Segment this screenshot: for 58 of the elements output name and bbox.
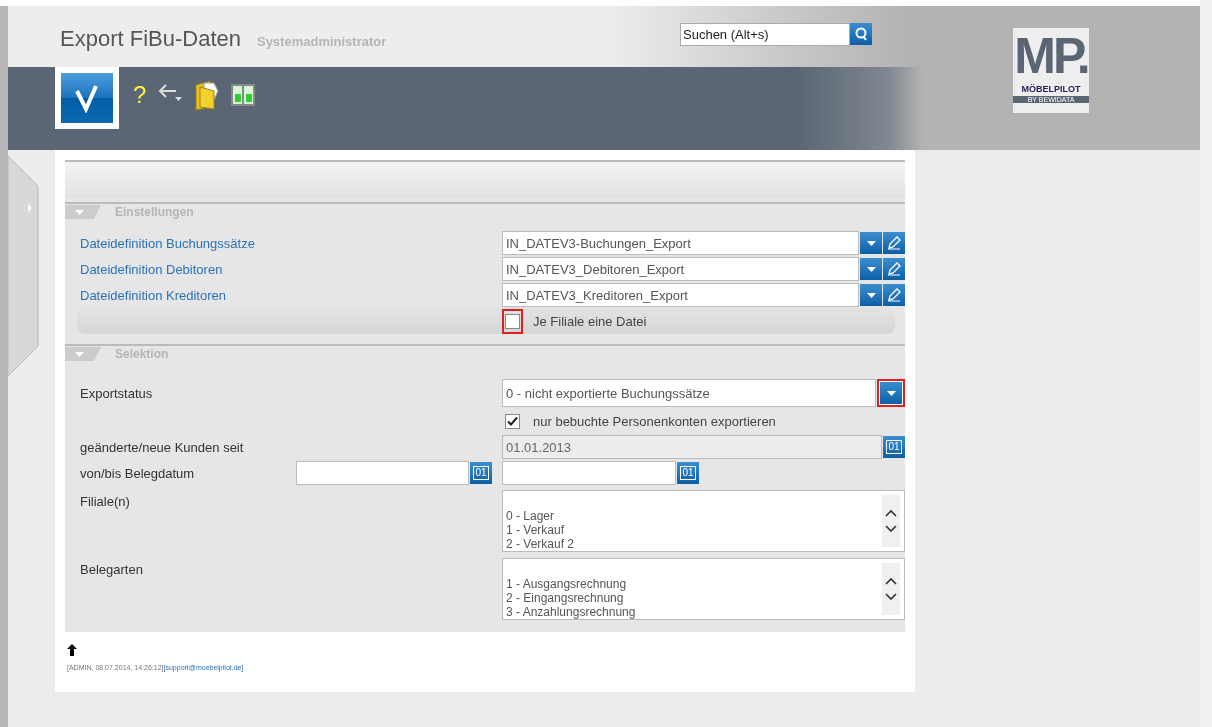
book-icon[interactable] <box>230 83 257 107</box>
page-title: Export FiBu-Daten <box>60 26 241 52</box>
caret-icon <box>866 240 876 246</box>
collapse-toggle[interactable] <box>65 347 101 361</box>
field-label: Dateidefinition Buchungssätze <box>80 235 256 251</box>
select-field[interactable]: IN_DATEV3_Debitoren_Export <box>502 257 859 281</box>
checkbox-label: Je Filiale eine Datei <box>533 313 647 329</box>
help-button[interactable]: ? <box>133 81 147 109</box>
calendar-button[interactable]: 01 <box>677 462 699 484</box>
select-field[interactable]: 0 - nicht exportierte Buchungssätze <box>502 379 876 407</box>
collapse-toggle[interactable] <box>65 205 101 219</box>
list-item[interactable]: 0 - Lager <box>506 509 875 523</box>
dropdown-button[interactable] <box>877 379 905 407</box>
list-item[interactable]: 3 - Anzahlungsrechnung <box>506 605 875 619</box>
folder-icon[interactable] <box>194 79 221 111</box>
field-label: Belegarten <box>80 562 144 577</box>
list-item[interactable]: 2 - Verkauf 2 <box>506 537 875 551</box>
caret-icon <box>886 390 896 396</box>
checkbox-label: nur bebuchte Personenkonten exportieren <box>533 413 776 429</box>
calendar-button[interactable]: 01 <box>470 462 492 484</box>
list-box[interactable]: 0 - Lager 1 - Verkauf 2 - Verkauf 2 <box>502 490 905 552</box>
dropdown-button[interactable] <box>860 232 882 254</box>
field-label: Filiale(n) <box>80 494 131 509</box>
date-field[interactable] <box>502 461 676 485</box>
caret-icon <box>866 292 876 298</box>
confirm-button[interactable] <box>61 73 113 123</box>
edit-button[interactable] <box>883 232 905 254</box>
checkbox[interactable] <box>505 413 520 429</box>
checkmark-icon <box>507 415 518 427</box>
search-button[interactable] <box>850 23 872 45</box>
edit-button[interactable] <box>883 258 905 280</box>
list-item[interactable]: 2 - Eingangsrechnung <box>506 591 875 605</box>
list-item[interactable]: 1 - Ausgangsrechnung <box>506 577 875 591</box>
field-label: Dateidefinition Kreditoren <box>80 287 227 303</box>
checkbox[interactable] <box>505 313 520 329</box>
scroll-up-icon[interactable] <box>885 509 897 517</box>
user-role: Systemadministrator <box>256 34 387 49</box>
field-label: geänderte/neue Kunden seit <box>80 439 245 455</box>
search-icon <box>854 27 868 41</box>
select-field[interactable]: IN_DATEV3_Kreditoren_Export <box>502 283 859 307</box>
caret-icon <box>75 209 84 215</box>
field-label: Dateidefinition Debitoren <box>80 261 224 277</box>
date-field[interactable] <box>296 461 469 485</box>
list-item[interactable]: 1 - Verkauf <box>506 523 875 537</box>
scroll-down-icon[interactable] <box>885 593 897 601</box>
up-arrow-icon[interactable] <box>67 644 77 656</box>
field-label: von/bis Belegdatum <box>80 465 196 481</box>
field-label: Exportstatus <box>80 385 154 401</box>
list-box[interactable]: 1 - Ausgangsrechnung 2 - Eingangsrechnung 3 - Anzahlungsrechnung <box>502 558 905 620</box>
caret-icon <box>866 266 876 272</box>
scroll-down-icon[interactable] <box>885 525 897 533</box>
edit-button[interactable] <box>883 284 905 306</box>
search-field[interactable]: Suchen (Alt+s) <box>680 23 850 46</box>
scroll-up-icon[interactable] <box>885 577 897 585</box>
caret-icon <box>75 351 84 357</box>
dropdown-button[interactable] <box>860 258 882 280</box>
select-field[interactable]: IN_DATEV3-Buchungen_Export <box>502 231 859 255</box>
dropdown-button[interactable] <box>860 284 882 306</box>
